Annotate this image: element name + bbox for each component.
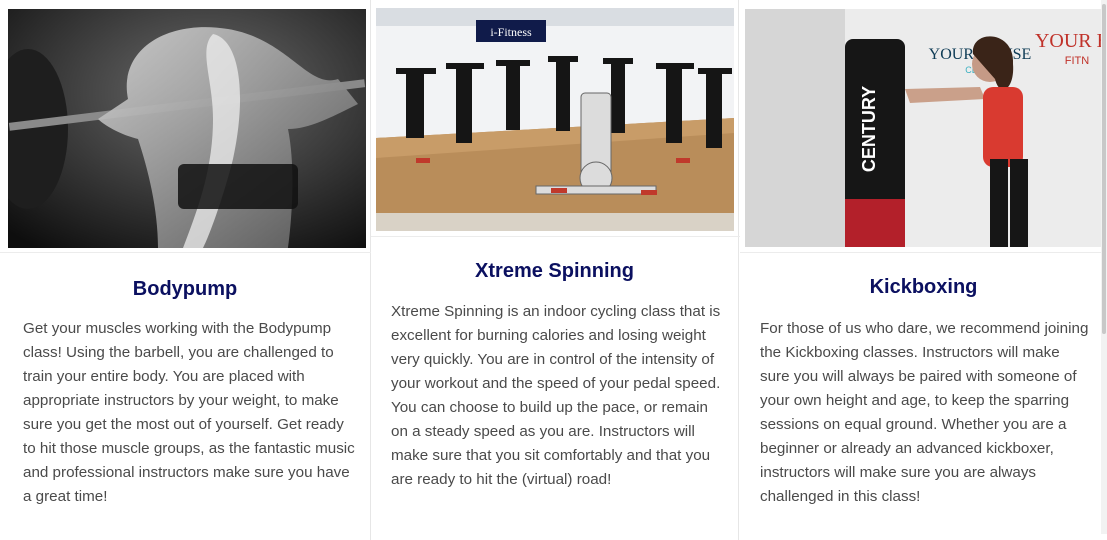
scrollbar-thumb[interactable] xyxy=(1102,4,1106,334)
bodypump-image[interactable] xyxy=(8,9,366,248)
card-divider xyxy=(0,252,371,253)
wall-sign-subtext-2: FITN xyxy=(1065,55,1089,67)
card-title: Xtreme Spinning xyxy=(475,260,634,282)
card-title: Bodypump xyxy=(132,278,238,300)
vertical-scrollbar[interactable] xyxy=(1101,0,1107,534)
gym-sign-text: i-Fitness xyxy=(490,25,532,39)
card-description: For those of us who dare, we recommend j… xyxy=(760,320,1089,505)
class-card-kickboxing: YOUR HOUSE CLINIC YOUR H FITN CENTURY Ki… xyxy=(740,0,1107,540)
class-card-xtreme-spinning: i-Fitness Xtreme Spinning Xtreme Spinnin… xyxy=(371,0,739,540)
card-title: Kickboxing xyxy=(869,276,978,298)
card-divider xyxy=(740,252,1107,253)
spinning-image[interactable]: i-Fitness xyxy=(376,8,734,231)
class-card-bodypump: Bodypump Get your muscles working with t… xyxy=(0,0,371,540)
card-divider xyxy=(371,236,740,237)
kickboxing-image[interactable]: YOUR HOUSE CLINIC YOUR H FITN CENTURY xyxy=(745,9,1103,247)
wall-sign-text-2: YOUR H xyxy=(1035,30,1103,52)
bag-brand-text: CENTURY xyxy=(859,86,879,172)
card-description: Get your muscles working with the Bodypu… xyxy=(23,320,355,505)
card-description: Xtreme Spinning is an indoor cycling cla… xyxy=(391,303,721,488)
